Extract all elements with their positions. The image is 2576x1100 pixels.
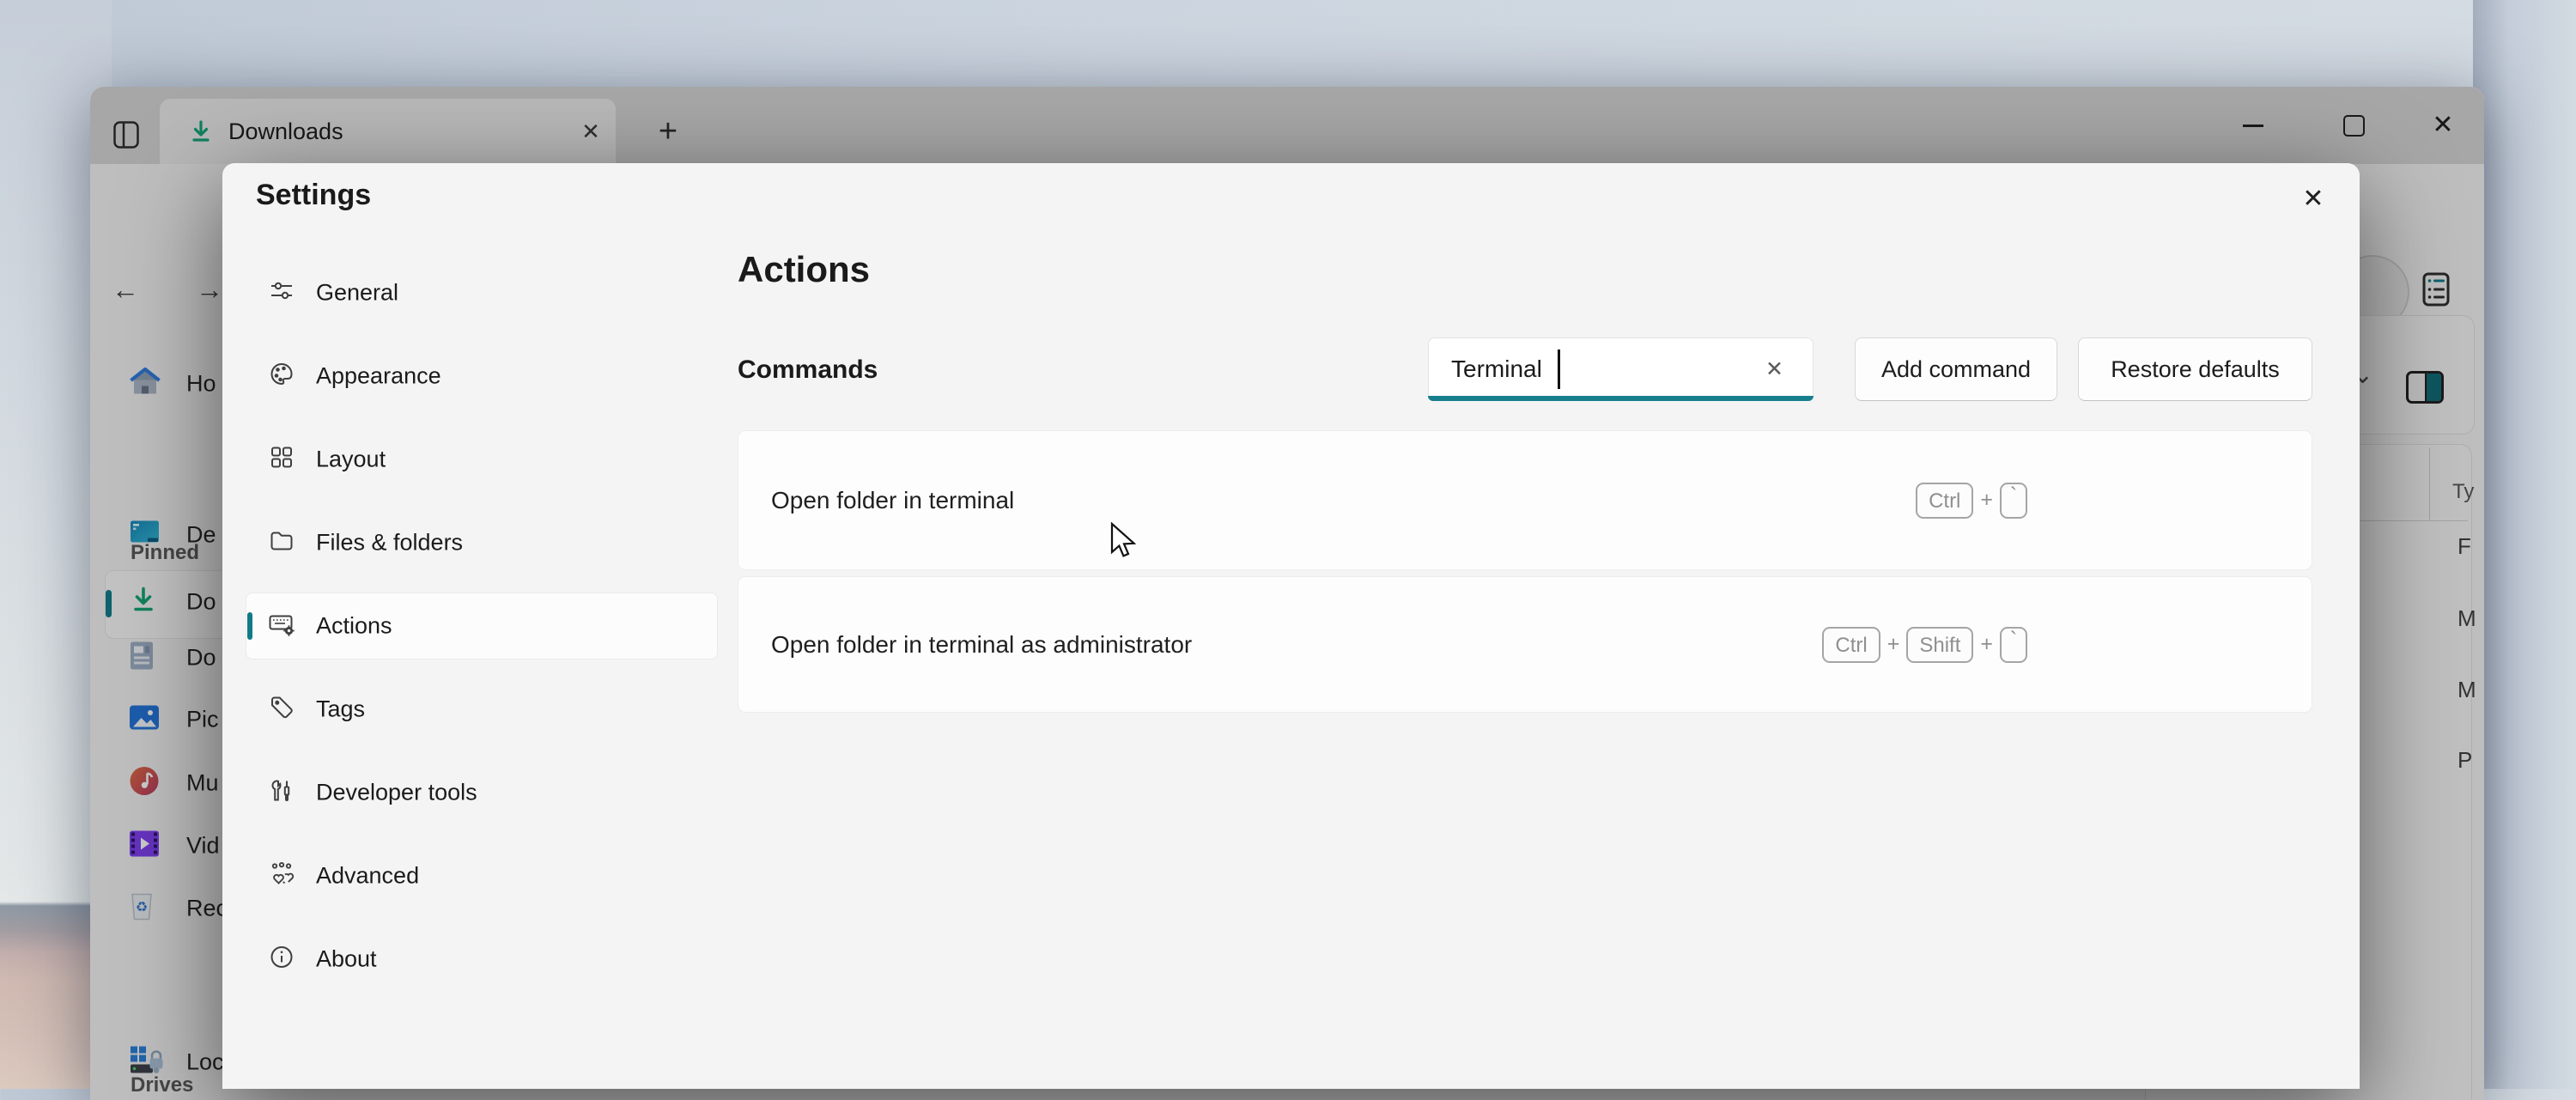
- appearance-icon: [253, 362, 310, 392]
- command-search-input[interactable]: Terminal ✕: [1428, 337, 1814, 401]
- nav-item-about[interactable]: About: [246, 927, 717, 992]
- nav-item-label: Developer tools: [316, 780, 477, 806]
- mouse-cursor: [1109, 522, 1143, 564]
- nav-item-label: Files & folders: [316, 530, 463, 556]
- key-shift: Shift: [1906, 627, 1973, 663]
- nav-item-files-folders[interactable]: Files & folders: [246, 510, 717, 575]
- command-row-open-folder-in-terminal[interactable]: Open folder in terminal Ctrl + `: [738, 430, 2312, 570]
- nav-item-appearance[interactable]: Appearance: [246, 343, 717, 409]
- command-row-open-folder-in-terminal-admin[interactable]: Open folder in terminal as administrator…: [738, 576, 2312, 713]
- actions-icon: [253, 611, 310, 641]
- dialog-close-icon[interactable]: ✕: [2289, 175, 2337, 223]
- hotkey-chips: Ctrl + Shift + `: [1822, 627, 2027, 663]
- restore-defaults-button[interactable]: Restore defaults: [2078, 337, 2312, 401]
- general-icon: [253, 278, 310, 308]
- layout-icon: [253, 445, 310, 475]
- about-icon: [253, 945, 310, 975]
- key-ctrl: Ctrl: [1916, 483, 1973, 519]
- plus-separator: +: [1887, 632, 1900, 657]
- settings-nav: General Appearance Layout Files & folder…: [246, 260, 717, 992]
- nav-item-label: Advanced: [316, 863, 419, 890]
- nav-item-general[interactable]: General: [246, 260, 717, 325]
- hotkey-chips: Ctrl + `: [1916, 483, 2027, 519]
- nav-item-label: About: [316, 946, 377, 973]
- nav-item-developer-tools[interactable]: Developer tools: [246, 760, 717, 825]
- nav-item-label: Tags: [316, 696, 365, 723]
- advanced-icon: [253, 861, 310, 891]
- key-ctrl: Ctrl: [1822, 627, 1880, 663]
- search-value: Terminal: [1451, 338, 1542, 400]
- plus-separator: +: [1980, 632, 1993, 657]
- files-folders-icon: [253, 528, 310, 558]
- key-backtick: `: [2000, 483, 2027, 519]
- nav-item-label: Appearance: [316, 363, 441, 390]
- text-caret: [1558, 349, 1560, 389]
- nav-item-actions[interactable]: Actions: [246, 593, 718, 659]
- nav-item-layout[interactable]: Layout: [246, 427, 717, 492]
- page-title: Actions: [738, 249, 870, 290]
- command-label: Open folder in terminal: [771, 487, 1014, 514]
- desktop-background: [2473, 0, 2576, 1089]
- settings-dialog: Settings ✕ General Appearance Layout Fil…: [222, 163, 2360, 1089]
- clear-search-icon[interactable]: ✕: [1765, 338, 1783, 400]
- dialog-title: Settings: [256, 179, 371, 212]
- nav-item-tags[interactable]: Tags: [246, 677, 717, 742]
- nav-item-label: Layout: [316, 447, 386, 473]
- commands-label: Commands: [738, 337, 878, 403]
- nav-item-label: Actions: [316, 613, 392, 640]
- key-backtick: `: [2000, 627, 2027, 663]
- plus-separator: +: [1980, 488, 1993, 513]
- add-command-button[interactable]: Add command: [1855, 337, 2057, 401]
- command-label: Open folder in terminal as administrator: [771, 631, 1192, 659]
- nav-item-label: General: [316, 280, 398, 307]
- nav-item-advanced[interactable]: Advanced: [246, 843, 717, 909]
- tags-icon: [253, 695, 310, 725]
- developer-tools-icon: [253, 778, 310, 808]
